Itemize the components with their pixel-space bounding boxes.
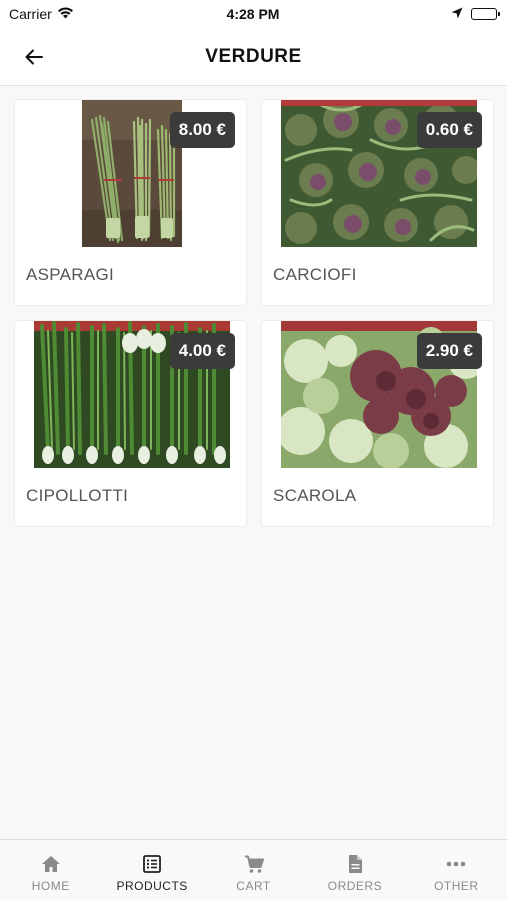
home-icon — [41, 854, 61, 874]
app-header: VERDURE — [0, 28, 507, 86]
location-arrow-icon — [451, 6, 463, 22]
wifi-icon — [57, 6, 74, 22]
product-card-carciofi[interactable]: 0.60 € CARCIOFI — [261, 99, 494, 306]
price-badge: 0.60 € — [416, 112, 482, 148]
list-icon — [142, 854, 162, 874]
tab-other[interactable]: OTHER — [406, 840, 507, 900]
cart-icon — [244, 854, 264, 874]
tab-label: HOME — [31, 879, 70, 893]
tab-home[interactable]: HOME — [0, 840, 101, 900]
product-card-scarola[interactable]: 2.90 € SCAROLA — [261, 320, 494, 527]
price-badge: 8.00 € — [169, 112, 235, 148]
tab-label: OTHER — [434, 879, 479, 893]
status-time: 4:28 PM — [226, 6, 280, 22]
product-name: ASPARAGI — [26, 265, 115, 284]
price-badge: 2.90 € — [416, 333, 482, 369]
tab-cart[interactable]: CART — [203, 840, 304, 900]
tab-orders[interactable]: ORDERS — [304, 840, 405, 900]
product-name: CARCIOFI — [273, 265, 357, 284]
tab-label: ORDERS — [327, 879, 383, 893]
battery-icon — [470, 8, 500, 20]
carrier-label: Carrier — [9, 6, 52, 22]
tab-products[interactable]: PRODUCTS — [101, 840, 202, 900]
product-name: SCAROLA — [273, 486, 357, 505]
arrow-left-icon — [25, 49, 43, 65]
product-name: CIPOLLOTTI — [26, 486, 129, 505]
tab-label: PRODUCTS — [116, 879, 188, 893]
product-grid: 8.00 € ASPARAGI 0.60 € CARCIOFI 4.00 € C… — [14, 99, 494, 527]
tab-label: CART — [236, 879, 271, 893]
page-title: VERDURE — [205, 45, 302, 67]
status-bar: Carrier 4:28 PM — [0, 0, 507, 28]
price-badge: 4.00 € — [169, 333, 235, 369]
bottom-tab-bar: HOME PRODUCTS CART ORDERS OTHER — [0, 839, 507, 900]
back-button[interactable] — [18, 42, 50, 72]
product-card-cipollotti[interactable]: 4.00 € CIPOLLOTTI — [14, 320, 247, 527]
product-card-asparagi[interactable]: 8.00 € ASPARAGI — [14, 99, 247, 306]
document-icon — [345, 854, 365, 874]
more-icon — [446, 854, 466, 874]
